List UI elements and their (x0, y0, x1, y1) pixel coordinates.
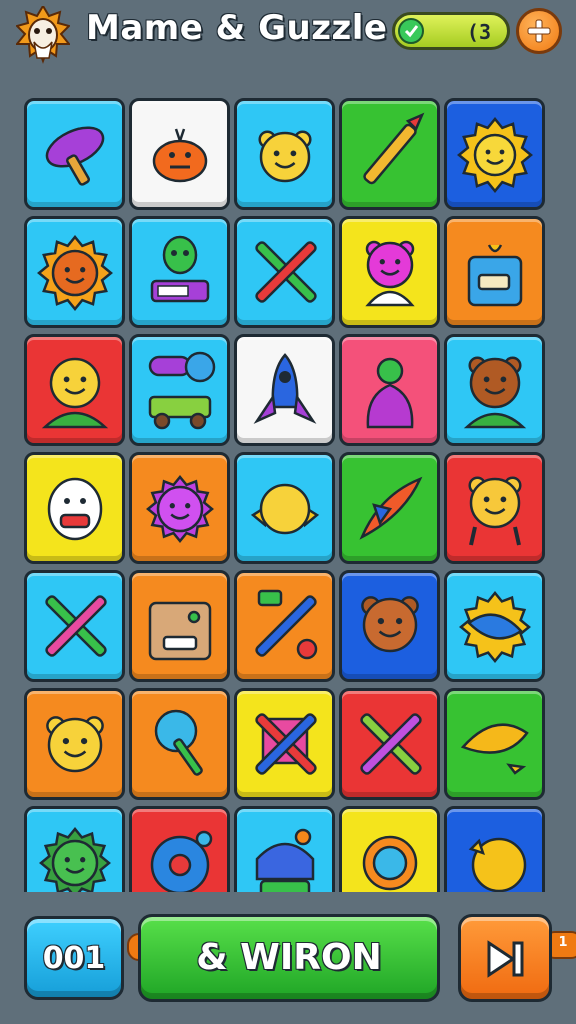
board-tile[interactable] (129, 216, 230, 328)
board-tile[interactable] (24, 216, 125, 328)
board-tile[interactable] (339, 98, 440, 210)
board-tile[interactable] (234, 334, 335, 446)
board-tile[interactable] (129, 452, 230, 564)
bottom-bar: 001 & WIRON 1 (0, 892, 576, 1024)
board-tile[interactable] (234, 452, 335, 564)
tile-grid (24, 98, 545, 892)
add-currency-button[interactable] (516, 8, 562, 54)
board-tile[interactable] (444, 334, 545, 446)
board-tile[interactable] (129, 570, 230, 682)
board-tile[interactable] (129, 688, 230, 800)
game-board (24, 98, 554, 892)
board-tile[interactable] (24, 98, 125, 210)
board-tile[interactable] (339, 452, 440, 564)
board-tile[interactable] (24, 570, 125, 682)
move-counter-label: 001 (42, 941, 106, 976)
board-tile[interactable] (339, 216, 440, 328)
board-tile[interactable] (234, 570, 335, 682)
board-tile[interactable] (444, 216, 545, 328)
board-tile[interactable] (444, 688, 545, 800)
main-action-button[interactable]: & WIRON 1 (138, 914, 576, 1002)
board-tile[interactable] (129, 806, 230, 892)
avatar[interactable] (14, 4, 72, 68)
board-tile[interactable] (24, 452, 125, 564)
board-tile[interactable] (339, 334, 440, 446)
plus-icon (527, 19, 551, 43)
game-title: Mame & Guzzle (86, 8, 388, 48)
board-tile[interactable] (339, 688, 440, 800)
board-tile[interactable] (129, 98, 230, 210)
board-tile[interactable] (24, 688, 125, 800)
board-tile[interactable] (234, 98, 335, 210)
board-tile[interactable] (444, 98, 545, 210)
currency-counter[interactable]: (3 (392, 12, 510, 50)
board-tile[interactable] (129, 334, 230, 446)
currency-value: (3 (466, 20, 491, 44)
board-tile[interactable] (444, 806, 545, 892)
top-bar: Mame & Guzzle (3 (0, 0, 576, 80)
board-tile[interactable] (24, 334, 125, 446)
move-counter-button[interactable]: 001 (24, 916, 155, 1000)
gem-icon (398, 18, 424, 44)
board-tile[interactable] (234, 688, 335, 800)
main-action-label: & WIRON (196, 937, 382, 978)
board-tile[interactable] (234, 216, 335, 328)
board-tile[interactable] (339, 806, 440, 892)
skip-next-button[interactable] (458, 914, 552, 1002)
board-tile[interactable] (234, 806, 335, 892)
board-tile[interactable] (444, 570, 545, 682)
board-tile[interactable] (339, 570, 440, 682)
skip-next-icon (487, 940, 524, 978)
board-tile[interactable] (24, 806, 125, 892)
sun-face-avatar-icon (14, 4, 72, 64)
board-tile[interactable] (444, 452, 545, 564)
